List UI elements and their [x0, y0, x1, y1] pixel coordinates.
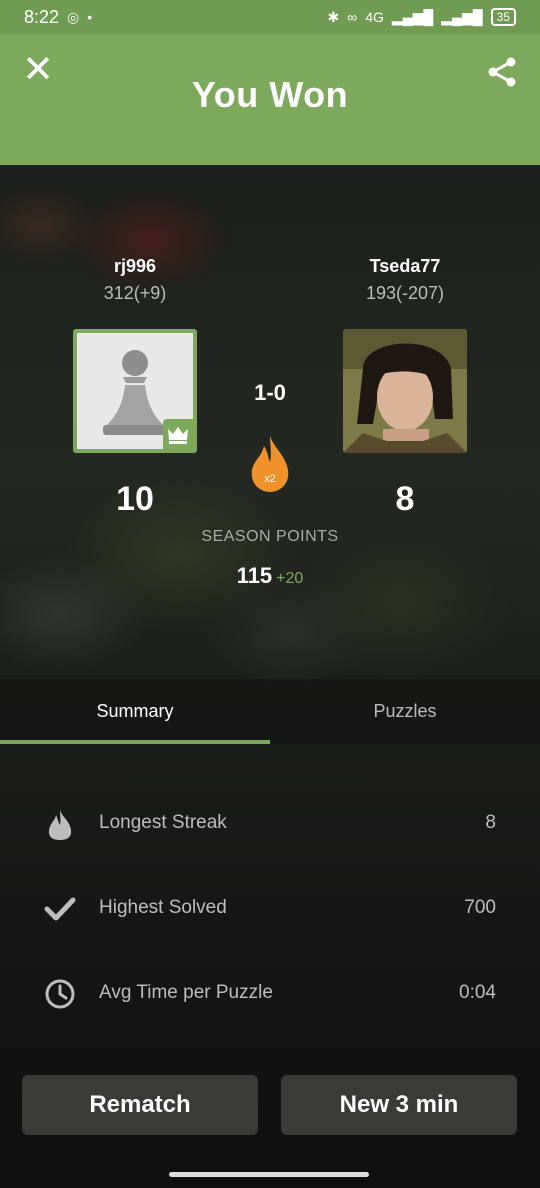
dot-icon: •	[87, 9, 93, 25]
player-left-name: rj996	[113, 256, 157, 276]
stat-row-longest-streak: Longest Streak 8	[0, 804, 540, 844]
checkmark-icon	[44, 897, 76, 921]
whatsapp-icon: ◎	[67, 8, 80, 25]
page-title: You Won	[191, 74, 349, 115]
signal-icon: ▂▄▆█	[391, 8, 434, 25]
player-right-name: Tseda77	[369, 256, 441, 276]
season-total-delta: +20	[276, 570, 304, 587]
network-type: 4G	[365, 9, 384, 25]
bluetooth-icon: ✱	[327, 8, 340, 25]
crown-icon	[168, 427, 188, 444]
stat-value: 700	[464, 897, 496, 918]
link-icon: ∞	[347, 9, 358, 25]
season-total-value: 115	[236, 563, 273, 588]
crown-badge	[163, 419, 193, 449]
player-right: Tseda77 193(-207)	[305, 256, 505, 304]
tab-summary[interactable]: Summary	[0, 679, 270, 744]
player-right-rating: 193(-207)	[365, 283, 445, 303]
stat-label: Highest Solved	[99, 897, 227, 918]
rematch-button[interactable]: Rematch	[22, 1075, 258, 1135]
status-time: 8:22	[24, 6, 60, 27]
player-left-points: 10	[116, 480, 154, 518]
home-indicator[interactable]	[169, 1172, 369, 1177]
game-result-screen: 8:22 ◎ • ✱ ∞ 4G ▂▄▆█ ▂▄▆█ 35 ✕ You Won r…	[0, 0, 540, 1188]
player-left: rj996 312(+9)	[35, 256, 235, 304]
flame-icon	[48, 810, 72, 840]
stat-value: 8	[485, 812, 496, 833]
stat-label: Avg Time per Puzzle	[99, 982, 273, 1003]
streak-multiplier: x2	[264, 473, 276, 485]
signal-icon-2: ▂▄▆█	[441, 8, 483, 25]
battery-icon: 35	[490, 8, 516, 26]
player-right-points: 8	[395, 480, 415, 518]
stat-label: Longest Streak	[99, 812, 227, 833]
stat-row-avg-time: Avg Time per Puzzle 0:04	[0, 974, 540, 1014]
player-left-rating: 312(+9)	[103, 283, 167, 303]
status-bar: 8:22 ◎ • ✱ ∞ 4G ▂▄▆█ ▂▄▆█ 35	[0, 0, 540, 34]
new-game-button[interactable]: New 3 min	[281, 1075, 517, 1135]
flame-icon	[251, 436, 289, 492]
result-tabs: Summary Puzzles	[0, 679, 540, 744]
game-score: 1-0	[254, 380, 286, 405]
season-points-label: SEASON POINTS	[201, 528, 339, 545]
stat-row-highest-solved: Highest Solved 700	[0, 889, 540, 929]
stat-value: 0:04	[459, 982, 496, 1003]
tab-puzzles[interactable]: Puzzles	[270, 679, 540, 744]
season-points-total: 115 +20	[0, 563, 540, 589]
clock-icon	[45, 979, 75, 1009]
